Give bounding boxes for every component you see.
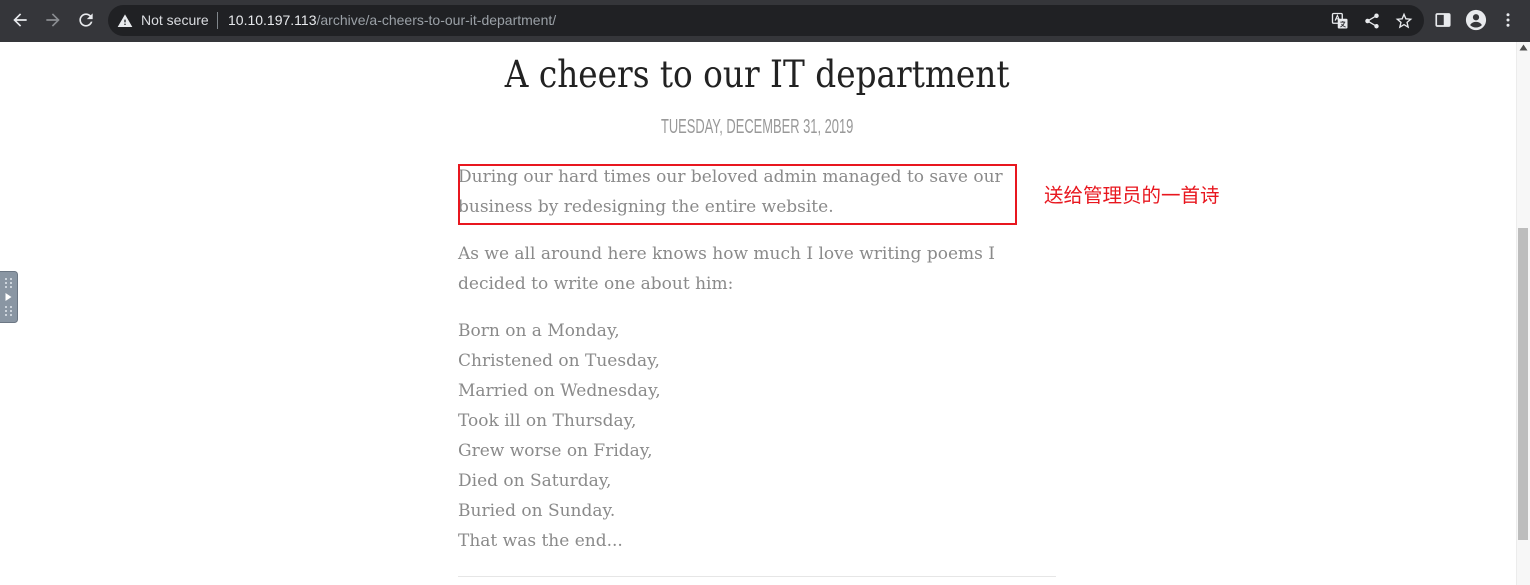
poem-line: Buried on Sunday. [458, 501, 616, 521]
forward-button[interactable] [40, 7, 66, 33]
poem-line: Took ill on Thursday, [458, 411, 637, 431]
annotation-label: 送给管理员的一首诗 [1044, 184, 1220, 207]
scroll-up-arrow-icon[interactable] [1519, 44, 1528, 51]
translate-button[interactable] [1327, 8, 1353, 34]
translate-icon [1331, 12, 1348, 29]
side-panel-button[interactable] [1430, 7, 1456, 33]
post-divider [458, 576, 1056, 577]
paragraph: As we all around here knows how much I l… [458, 239, 1056, 299]
post-header: A cheers to our IT department [458, 50, 1056, 100]
poem-line: Died on Saturday, [458, 471, 612, 491]
browser-toolbar: Not secure 10.10.197.113/archive/a-cheer… [0, 0, 1530, 42]
address-bar[interactable]: Not secure 10.10.197.113/archive/a-cheer… [108, 5, 1424, 36]
reload-icon [79, 13, 93, 27]
reload-button[interactable] [73, 7, 99, 33]
post-date: TUESDAY, DECEMBER 31, 2019 [660, 116, 854, 138]
poem-line: Married on Wednesday, [458, 381, 661, 401]
share-icon [1365, 13, 1379, 29]
side-panel-handle[interactable] [0, 271, 18, 323]
separator [217, 12, 218, 29]
post-title: A cheers to our IT department [504, 53, 1010, 96]
poem-line: Grew worse on Friday, [458, 441, 653, 461]
bookmark-button[interactable] [1391, 8, 1417, 34]
profile-button[interactable] [1463, 7, 1489, 33]
security-label[interactable]: Not secure [141, 5, 209, 36]
back-button[interactable] [7, 7, 33, 33]
scrollbar-thumb[interactable] [1518, 228, 1528, 540]
url-host: 10.10.197.113 [228, 12, 317, 28]
more-vertical-icon [1506, 13, 1510, 27]
poem-line: That was the end... [458, 531, 623, 551]
poem-line: Christened on Tuesday, [458, 351, 660, 371]
paragraph-line: As we all around here knows how much I l… [458, 244, 995, 264]
warning-triangle-icon[interactable] [117, 13, 133, 29]
star-icon [1395, 12, 1413, 29]
poem-line: Born on a Monday, [458, 321, 620, 341]
highlight-box [458, 164, 1017, 225]
paragraph-line: decided to write one about him: [458, 274, 734, 294]
arrow-left-icon [13, 13, 27, 27]
arrow-right-icon [46, 13, 60, 27]
post-date-container: TUESDAY, DECEMBER 31, 2019 [458, 115, 1056, 139]
side-panel-icon [1435, 13, 1451, 27]
profile-icon [1465, 9, 1487, 31]
grip-handle-icon [0, 271, 18, 323]
share-button[interactable] [1359, 8, 1385, 34]
url-text[interactable]: 10.10.197.113/archive/a-cheers-to-our-it… [228, 5, 556, 36]
url-path: /archive/a-cheers-to-our-it-department/ [316, 12, 557, 28]
poem: Born on a Monday, Christened on Tuesday,… [458, 316, 1056, 556]
browser-menu-button[interactable] [1495, 7, 1521, 33]
